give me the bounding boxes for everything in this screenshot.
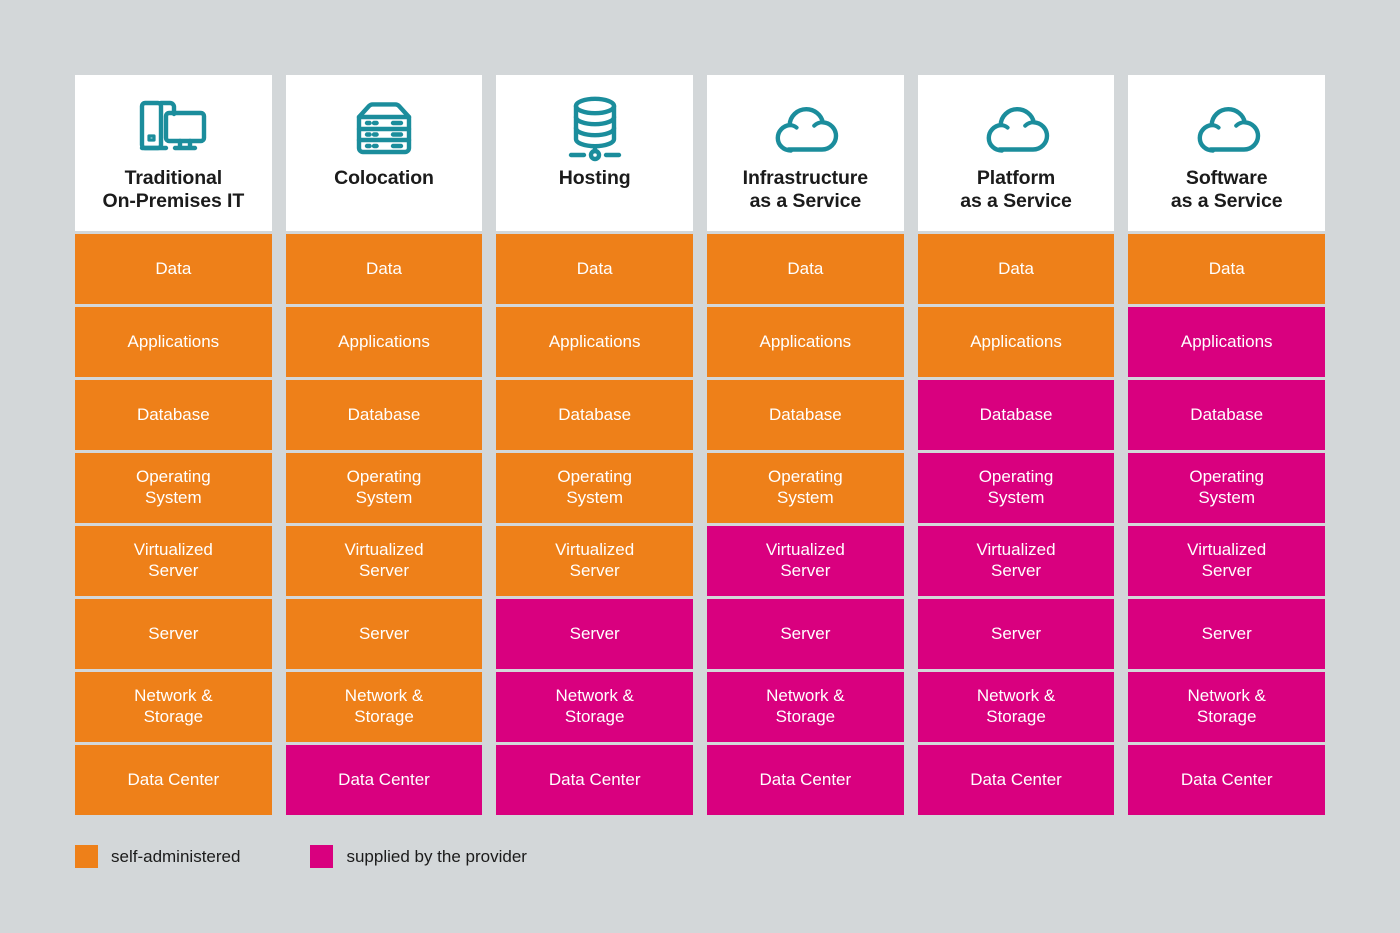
layer-cell: Database bbox=[496, 380, 694, 450]
layer-cell: Operating System bbox=[285, 453, 483, 523]
layer-stack-hosting: Data Applications Database Operating System… bbox=[496, 234, 694, 815]
layer-cell: Operating System bbox=[496, 453, 694, 523]
legend-label: self-administered bbox=[111, 846, 241, 866]
layer-cell: Network & Storage bbox=[496, 672, 694, 742]
column-title: Platform as a Service bbox=[960, 167, 1072, 212]
layer-cell: Server bbox=[917, 599, 1115, 669]
layer-cell: Network & Storage bbox=[1128, 672, 1326, 742]
server-rack-icon bbox=[341, 91, 427, 165]
layer-cell: Network & Storage bbox=[285, 672, 483, 742]
service-models-matrix: Traditional On-Premises IT Data Applicatio… bbox=[75, 75, 1326, 815]
service-model-column-traditional-on-premises-it: Traditional On-Premises IT Data Applicatio… bbox=[75, 75, 272, 815]
layer-stack-platform-as-a-service: Data Applications Database Operating System… bbox=[917, 234, 1115, 815]
column-title: Colocation bbox=[334, 167, 434, 189]
desktop-computer-icon bbox=[130, 91, 216, 165]
layer-cell: Server bbox=[1128, 599, 1326, 669]
layer-stack-infrastructure-as-a-service: Data Applications Database Operating System… bbox=[707, 234, 904, 815]
column-title: Software as a Service bbox=[1170, 167, 1283, 212]
layer-cell: Operating System bbox=[75, 453, 272, 523]
layer-cell: Server bbox=[75, 599, 272, 669]
legend-label: supplied by the provider bbox=[346, 846, 527, 866]
column-title: Infrastructure as a Service bbox=[742, 167, 869, 212]
layer-cell: Network & Storage bbox=[707, 672, 904, 742]
layer-cell: Applications bbox=[285, 307, 483, 377]
layer-cell: Database bbox=[75, 380, 272, 450]
legend-swatch-provider bbox=[310, 845, 334, 868]
layer-cell: Server bbox=[707, 599, 904, 669]
service-model-column-hosting: Hosting Data Applications Database Operating… bbox=[496, 75, 694, 815]
column-header-platform-as-a-service: Platform as a Service bbox=[917, 75, 1115, 231]
layer-stack-traditional-on-premises-it: Data Applications Database Operating System… bbox=[75, 234, 272, 815]
layer-cell: Server bbox=[285, 599, 483, 669]
layer-cell: Server bbox=[496, 599, 694, 669]
cloud-icon bbox=[762, 91, 848, 165]
column-header-colocation: Colocation bbox=[285, 75, 483, 231]
layer-cell: Data Center bbox=[707, 745, 904, 815]
layer-cell: Data Center bbox=[496, 745, 694, 815]
layer-cell: Operating System bbox=[1128, 453, 1326, 523]
column-title: Traditional On-Premises IT bbox=[102, 167, 245, 212]
layer-cell: Data bbox=[707, 234, 904, 304]
legend-item-provider: supplied by the provider bbox=[310, 845, 527, 868]
layer-cell: Virtualized Server bbox=[75, 526, 272, 596]
layer-cell: Operating System bbox=[917, 453, 1115, 523]
layer-cell: Applications bbox=[75, 307, 272, 377]
legend-item-self: self-administered bbox=[75, 845, 240, 868]
layer-cell: Virtualized Server bbox=[707, 526, 904, 596]
layer-cell: Virtualized Server bbox=[496, 526, 694, 596]
layer-cell: Network & Storage bbox=[75, 672, 272, 742]
layer-cell: Virtualized Server bbox=[285, 526, 483, 596]
layer-cell: Database bbox=[1128, 380, 1326, 450]
layer-cell: Data bbox=[917, 234, 1115, 304]
legend-swatch-self bbox=[75, 845, 98, 868]
layer-stack-colocation: Data Applications Database Operating System… bbox=[285, 234, 483, 815]
layer-cell: Applications bbox=[496, 307, 694, 377]
layer-cell: Network & Storage bbox=[917, 672, 1115, 742]
layer-cell: Data bbox=[1128, 234, 1326, 304]
service-model-column-colocation: Colocation Data Applications Database Operat… bbox=[285, 75, 483, 815]
column-title: Hosting bbox=[558, 167, 631, 189]
layer-cell: Database bbox=[707, 380, 904, 450]
service-model-column-software-as-a-service: Software as a Service Data Applications Dat… bbox=[1128, 75, 1326, 815]
column-header-hosting: Hosting bbox=[496, 75, 694, 231]
layer-cell: Applications bbox=[707, 307, 904, 377]
layer-cell: Database bbox=[917, 380, 1115, 450]
column-header-software-as-a-service: Software as a Service bbox=[1128, 75, 1326, 231]
layer-stack-software-as-a-service: Data Applications Database Operating System… bbox=[1128, 234, 1326, 815]
cloud-icon bbox=[973, 91, 1059, 165]
layer-cell: Applications bbox=[917, 307, 1115, 377]
layer-cell: Data Center bbox=[917, 745, 1115, 815]
column-header-infrastructure-as-a-service: Infrastructure as a Service bbox=[707, 75, 904, 231]
layer-cell: Data bbox=[496, 234, 694, 304]
service-model-column-platform-as-a-service: Platform as a Service Data Applications Dat… bbox=[917, 75, 1115, 815]
column-header-traditional-on-premises-it: Traditional On-Premises IT bbox=[75, 75, 272, 231]
service-model-column-infrastructure-as-a-service: Infrastructure as a Service Data Applicati… bbox=[707, 75, 904, 815]
layer-cell: Virtualized Server bbox=[917, 526, 1115, 596]
layer-cell: Applications bbox=[1128, 307, 1326, 377]
layer-cell: Data bbox=[285, 234, 483, 304]
layer-cell: Virtualized Server bbox=[1128, 526, 1326, 596]
layer-cell: Operating System bbox=[707, 453, 904, 523]
layer-cell: Data Center bbox=[75, 745, 272, 815]
legend: self-administered supplied by the provide… bbox=[75, 845, 527, 868]
layer-cell: Data Center bbox=[285, 745, 483, 815]
layer-cell: Data Center bbox=[1128, 745, 1326, 815]
cloud-service-models-diagram: Traditional On-Premises IT Data Applicatio… bbox=[0, 0, 1400, 933]
layer-cell: Database bbox=[285, 380, 483, 450]
layer-cell: Data bbox=[75, 234, 272, 304]
database-network-icon bbox=[552, 91, 638, 165]
cloud-icon bbox=[1184, 91, 1270, 165]
